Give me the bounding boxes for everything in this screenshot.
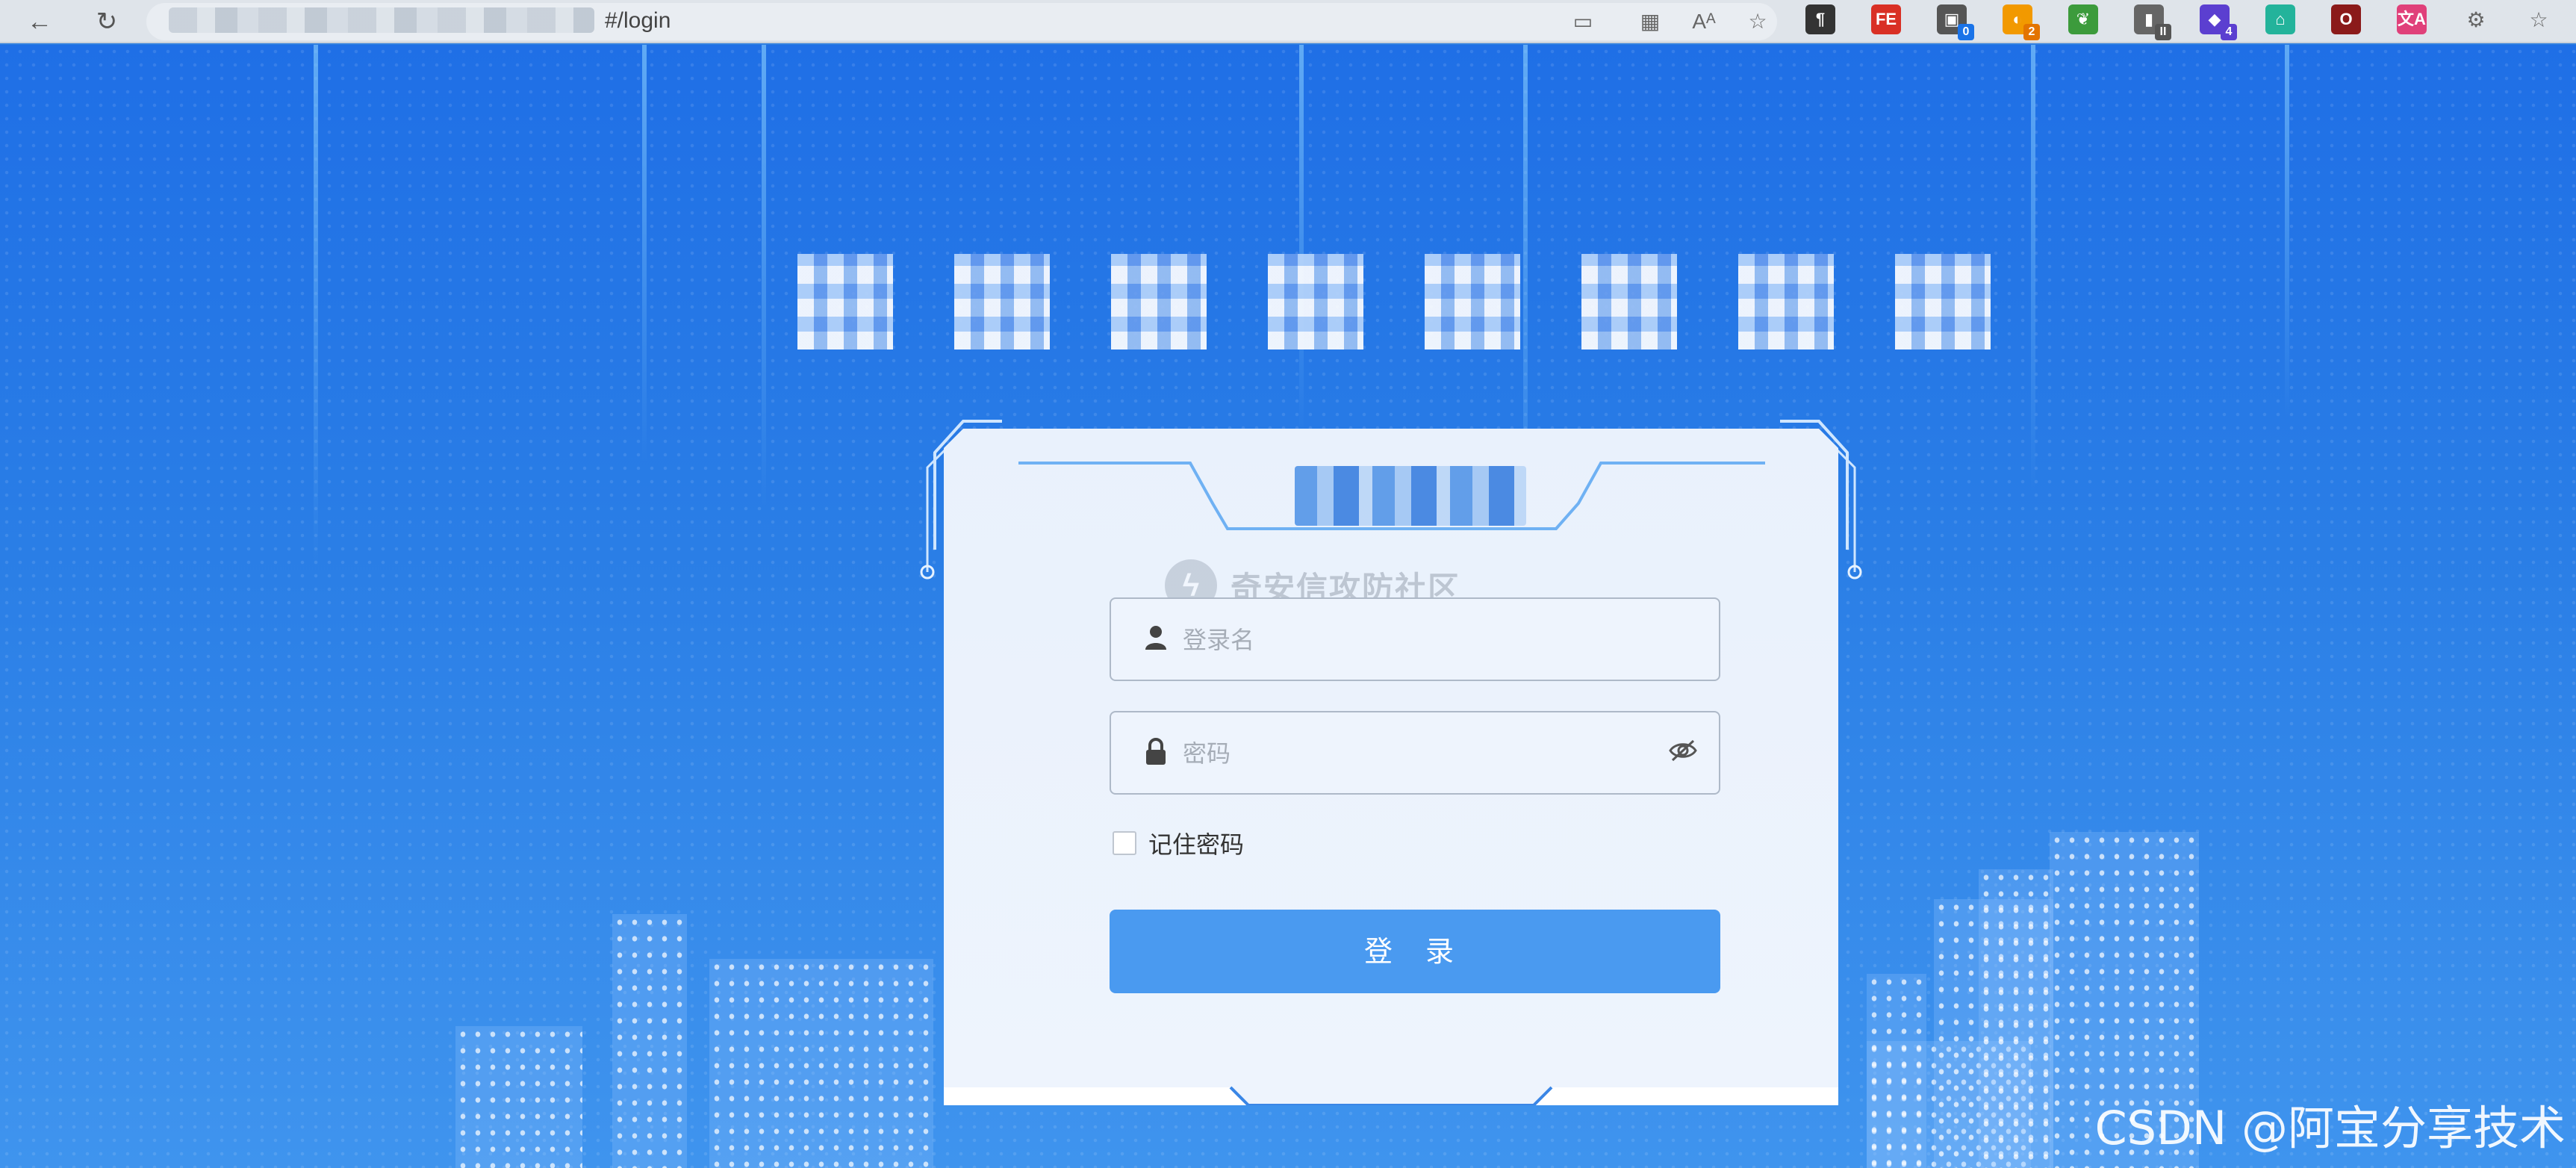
refresh-icon[interactable]: ↻	[90, 4, 124, 39]
teal-extension-icon[interactable]: ⌂	[2265, 4, 2295, 34]
cube-extension-icon[interactable]: ◆ 4	[2200, 4, 2237, 40]
login-button[interactable]: 登 录	[1110, 910, 1720, 993]
card-footer-decoration	[944, 1086, 1838, 1105]
title-char-blur	[1268, 254, 1363, 350]
eye-slash-icon[interactable]	[1667, 738, 1699, 768]
username-field[interactable]	[1110, 597, 1720, 681]
lock-icon	[1141, 738, 1171, 768]
extension-badge: 4	[2221, 24, 2237, 40]
username-input[interactable]	[1183, 614, 1661, 666]
gear-icon[interactable]: ⚙	[2461, 7, 2491, 33]
password-field[interactable]	[1110, 711, 1720, 795]
card-logo-obscured	[1295, 466, 1526, 526]
title-char-blur	[1895, 254, 1991, 350]
remember-label: 记住密码	[1148, 830, 1245, 859]
browser-toolbar: ← ↻ #/login ▭ ▦ Aᴬ ☆ ¶ FE ▣ 0 ◐ 2 ❦ ▮ II ◆ 4 ⌂ O 文A ⚙…	[0, 0, 2576, 43]
page-title-obscured	[797, 254, 1992, 351]
translate-extension-icon[interactable]: 文A	[2397, 4, 2427, 34]
back-arrow-icon[interactable]: ←	[22, 4, 57, 39]
remember-checkbox[interactable]	[1113, 831, 1136, 855]
login-card-frame: ϟ 奇安信攻防社区 记住密码 登 录	[920, 415, 1862, 1114]
light-beam	[2031, 45, 2035, 493]
extension-badge: 0	[1958, 24, 1974, 40]
light-beam	[1299, 45, 1304, 433]
address-bar[interactable]: #/login ▭ ▦ Aᴬ ☆	[146, 3, 1777, 40]
csdn-watermark: CSDN @阿宝分享技术	[2094, 1101, 2566, 1155]
light-beam	[642, 45, 647, 463]
extension-badge: II	[2155, 24, 2171, 40]
devices-icon[interactable]: ▭	[1568, 9, 1598, 34]
title-char-blur	[1425, 254, 1520, 350]
blurred-url	[169, 7, 594, 33]
remember-password[interactable]: 记住密码	[1113, 826, 1244, 860]
user-icon	[1141, 624, 1171, 654]
title-char-blur	[1738, 254, 1834, 350]
dark-extension-icon[interactable]: O	[2331, 4, 2361, 34]
film-extension-icon[interactable]: ▮ II	[2134, 4, 2171, 40]
password-input[interactable]	[1183, 727, 1661, 780]
url-text: #/login	[605, 8, 671, 33]
light-beam	[762, 45, 766, 508]
title-char-blur	[797, 254, 893, 350]
fe-extension-icon[interactable]: FE	[1871, 4, 1901, 34]
building-silhouette	[612, 914, 687, 1168]
extension-badge: 2	[2023, 24, 2040, 40]
orange-extension-icon[interactable]: ◐ 2	[2003, 4, 2040, 40]
login-card: ϟ 奇安信攻防社区 记住密码 登 录	[944, 429, 1838, 1105]
title-char-blur	[954, 254, 1050, 350]
light-beam	[2285, 45, 2289, 418]
apps-grid-icon[interactable]: ▦	[1635, 9, 1665, 34]
paragraph-extension-icon[interactable]: ¶	[1805, 4, 1835, 34]
title-char-blur	[1581, 254, 1677, 350]
favorite-star-icon[interactable]: ☆	[1743, 9, 1773, 34]
light-beam	[314, 45, 318, 568]
camera-extension-icon[interactable]: ▣ 0	[1937, 4, 1974, 40]
read-aloud-icon[interactable]: Aᴬ	[1689, 9, 1719, 34]
building-silhouette	[1979, 869, 2053, 1168]
favorites-list-icon[interactable]: ☆	[2524, 7, 2554, 33]
green-extension-icon[interactable]: ❦	[2068, 4, 2098, 34]
building-silhouette	[1867, 974, 1926, 1168]
building-silhouette	[709, 959, 933, 1168]
building-silhouette	[455, 1026, 582, 1168]
title-char-blur	[1111, 254, 1207, 350]
